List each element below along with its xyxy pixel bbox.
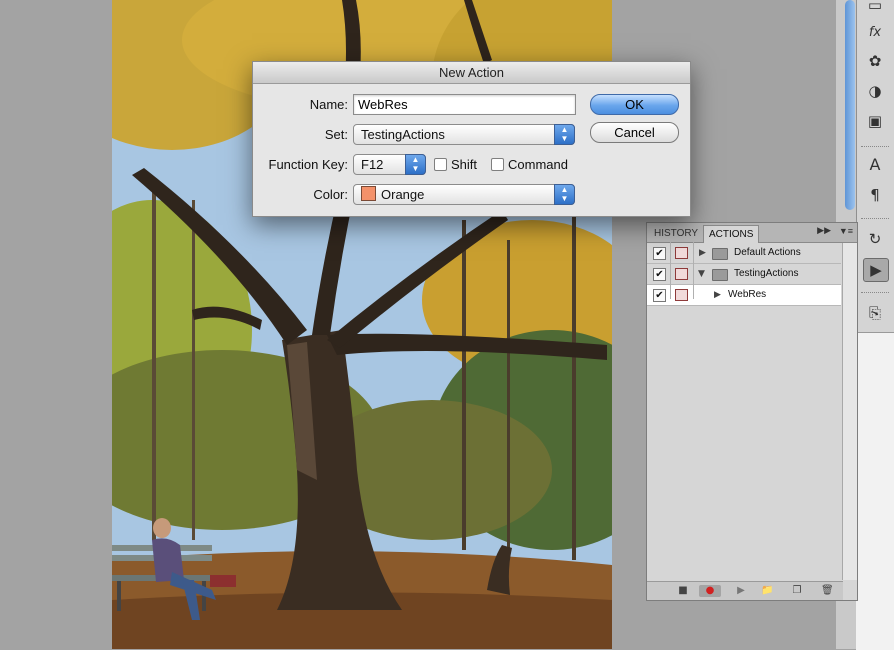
record-icon[interactable]: ● (699, 585, 721, 597)
panel-icon-dock: ▭ fx ✿ ◑ ▣ A ¶ ↻ ▶ ⎘ (856, 0, 894, 650)
adjustments-icon[interactable]: ✿ (863, 50, 887, 72)
toggle-checkbox[interactable]: ✔ (653, 268, 666, 281)
color-select-value: Orange (381, 187, 425, 202)
name-field[interactable]: WebRes (353, 94, 576, 115)
dialog-title: New Action (253, 62, 690, 84)
dock-empty-area (856, 332, 894, 650)
set-select[interactable]: TestingActions ▲ ▼ (353, 124, 575, 145)
toggle-checkbox[interactable]: ✔ (653, 247, 666, 260)
actions-panel: HISTORY ACTIONS ▶▶ ▼≡ ✔ ▶ Default Action… (646, 222, 858, 601)
action-row[interactable]: ✔ ▶ WebRes (647, 285, 841, 306)
actions-icon[interactable]: ▶ (863, 258, 889, 282)
dialog-toggle-icon[interactable] (675, 289, 688, 301)
history-icon[interactable]: ↻ (863, 228, 887, 250)
folder-icon (712, 248, 728, 260)
updown-arrows-icon: ▲ ▼ (554, 124, 575, 145)
updown-arrows-icon: ▲ ▼ (554, 184, 575, 205)
new-set-icon[interactable]: 📁 (761, 585, 773, 597)
clone-source-icon[interactable]: ⎘ (863, 302, 887, 324)
updown-arrows-icon: ▲ ▼ (405, 154, 426, 175)
orange-swatch-icon (361, 186, 376, 201)
name-label: Name: (309, 97, 348, 112)
panel-tab-bar: HISTORY ACTIONS ▶▶ ▼≡ (647, 223, 857, 243)
fx-icon[interactable]: fx (863, 22, 887, 44)
expand-triangle-icon[interactable]: ▶ (714, 285, 721, 305)
masks-icon[interactable]: ◑ (863, 80, 887, 102)
action-set-row[interactable]: ✔ ▼ TestingActions (647, 264, 841, 285)
panel-bottom-bar: ■ ● ▶ 📁 ❐ 🗑 (647, 581, 843, 600)
dialog-toggle-icon[interactable] (675, 268, 688, 280)
action-set-label: TestingActions (734, 268, 799, 279)
color-select[interactable]: Orange ▲ ▼ (353, 184, 575, 205)
delete-icon[interactable]: 🗑 (821, 585, 834, 597)
tab-actions[interactable]: ACTIONS (703, 225, 760, 243)
stop-icon[interactable]: ■ (677, 585, 689, 597)
shift-checkbox[interactable] (434, 158, 447, 171)
command-label: Command (508, 157, 568, 172)
collapse-panel-icon[interactable]: ▶▶ (817, 225, 831, 236)
folder-icon (712, 269, 728, 281)
function-key-value: F12 (361, 157, 384, 172)
column-divider (670, 242, 671, 299)
toolbar-divider (861, 218, 889, 219)
play-icon[interactable]: ▶ (735, 585, 747, 597)
color-label: Color: (313, 187, 348, 202)
set-label: Set: (324, 127, 348, 142)
action-set-label: Default Actions (734, 247, 801, 258)
dialog-toggle-icon[interactable] (675, 247, 688, 259)
toolbar-divider (861, 292, 889, 293)
toolbar-divider (861, 146, 889, 147)
expand-triangle-icon[interactable]: ▶ (699, 243, 706, 263)
new-action-dialog: New Action Name: WebRes Set: TestingActi… (252, 61, 691, 217)
action-set-row[interactable]: ✔ ▶ Default Actions (647, 243, 841, 264)
toggle-checkbox[interactable]: ✔ (653, 289, 666, 302)
column-divider (693, 242, 694, 299)
layers-icon[interactable]: ▭ (863, 0, 887, 16)
tab-history[interactable]: HISTORY (649, 225, 703, 242)
command-checkbox[interactable] (491, 158, 504, 171)
shift-label: Shift (451, 157, 478, 172)
cancel-button[interactable]: Cancel (590, 122, 679, 143)
paragraph-icon[interactable]: ¶ (863, 184, 887, 206)
scrollbar-thumb[interactable] (845, 0, 855, 210)
action-label: WebRes (728, 289, 767, 300)
panel-menu-icon[interactable]: ▼≡ (839, 226, 853, 236)
new-action-icon[interactable]: ❐ (791, 585, 803, 597)
channels-icon[interactable]: ▣ (863, 110, 887, 132)
panel-scrollbar[interactable] (842, 243, 857, 580)
character-icon[interactable]: A (863, 154, 887, 176)
set-select-value: TestingActions (361, 127, 445, 142)
collapse-triangle-icon[interactable]: ▼ (698, 264, 705, 284)
function-key-select[interactable]: F12 ▲ ▼ (353, 154, 426, 175)
ok-button[interactable]: OK (590, 94, 679, 115)
function-key-label: Function Key: (268, 157, 349, 172)
